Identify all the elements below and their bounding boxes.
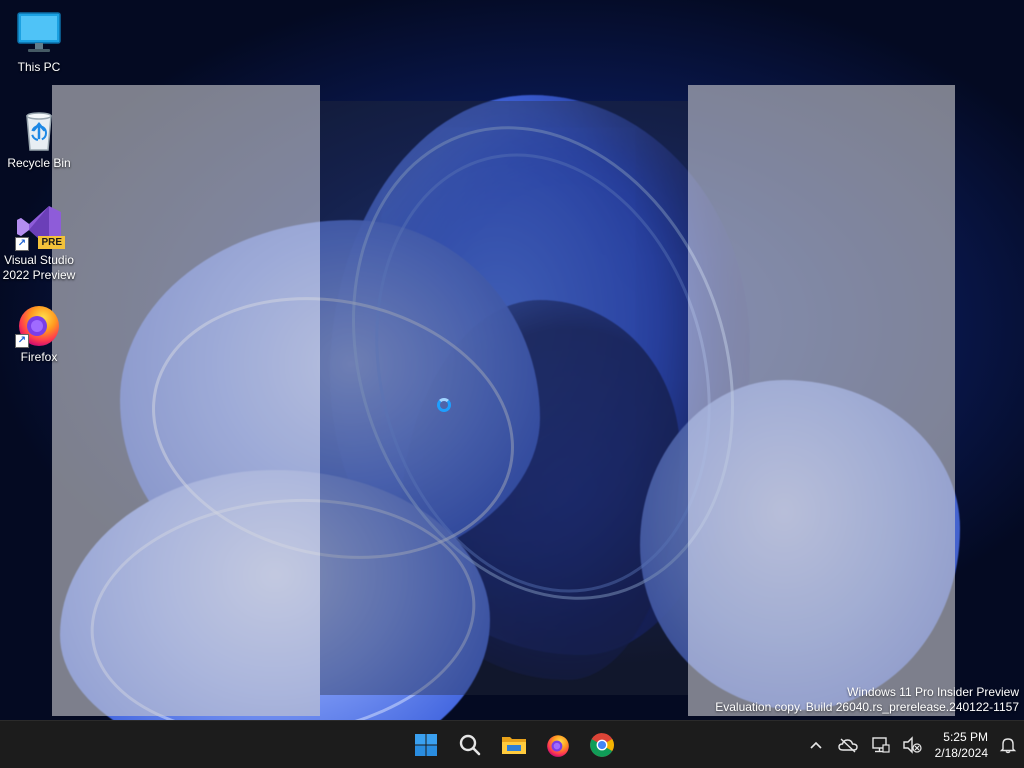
- watermark-edition: Windows 11 Pro Insider Preview: [847, 685, 1019, 699]
- file-explorer-button[interactable]: [494, 725, 534, 765]
- windows-logo-icon: [415, 733, 437, 756]
- taskbar: 5:25 PM 2/18/2024: [0, 720, 1024, 768]
- search-button[interactable]: [450, 725, 490, 765]
- desktop-icon-this-pc[interactable]: This PC: [2, 10, 76, 75]
- snap-zone-center[interactable]: [320, 101, 688, 695]
- chrome-icon: [590, 732, 614, 757]
- desktop-icon-visual-studio[interactable]: PRE ↗ Visual Studio 2022 Preview: [2, 203, 76, 283]
- desktop-icon-recycle-bin[interactable]: Recycle Bin: [2, 106, 76, 171]
- onedrive-button[interactable]: [832, 725, 864, 765]
- shortcut-arrow-icon: ↗: [15, 334, 29, 348]
- watermark-build: Evaluation copy. Build 26040.rs_prerelea…: [715, 700, 1019, 714]
- firefox-icon: ↗: [15, 300, 63, 348]
- firefox-icon: [547, 734, 569, 757]
- chrome-taskbar-button[interactable]: [582, 725, 622, 765]
- shortcut-arrow-icon: ↗: [15, 237, 29, 251]
- onedrive-offline-icon: [838, 737, 858, 753]
- chevron-up-icon: [810, 741, 822, 749]
- notifications-button[interactable]: [992, 725, 1024, 765]
- windows-watermark: Windows 11 Pro Insider Preview Evaluatio…: [715, 685, 1019, 715]
- volume-button[interactable]: [896, 725, 928, 765]
- busy-cursor-icon: [437, 398, 451, 412]
- taskbar-clock[interactable]: 5:25 PM 2/18/2024: [928, 729, 988, 761]
- show-hidden-icons-button[interactable]: [800, 725, 832, 765]
- start-button[interactable]: [406, 725, 446, 765]
- visual-studio-icon: PRE ↗: [15, 203, 65, 251]
- network-icon: [872, 736, 890, 753]
- desktop-icon-label: Visual Studio 2022 Preview: [2, 253, 76, 282]
- taskbar-apps: [404, 721, 624, 768]
- clock-time: 5:25 PM: [943, 729, 988, 744]
- bell-icon: [999, 737, 1017, 753]
- firefox-taskbar-button[interactable]: [538, 725, 578, 765]
- volume-muted-icon: [903, 735, 922, 754]
- recycle-bin-icon: [15, 106, 63, 154]
- network-button[interactable]: [864, 725, 896, 765]
- desktop-icon-label: Firefox: [20, 350, 58, 364]
- desktop-icon-firefox[interactable]: ↗ Firefox: [2, 300, 76, 365]
- this-pc-icon: [15, 10, 63, 58]
- snap-zone-right[interactable]: [688, 85, 955, 716]
- snap-zone-left[interactable]: [52, 85, 320, 716]
- system-tray: 5:25 PM 2/18/2024: [800, 721, 1024, 768]
- search-icon: [459, 734, 481, 755]
- folder-icon: [502, 736, 526, 754]
- desktop-icon-label: This PC: [17, 60, 61, 74]
- clock-date: 2/18/2024: [934, 745, 988, 760]
- preview-badge: PRE: [38, 236, 65, 249]
- desktop-icon-label: Recycle Bin: [7, 156, 71, 170]
